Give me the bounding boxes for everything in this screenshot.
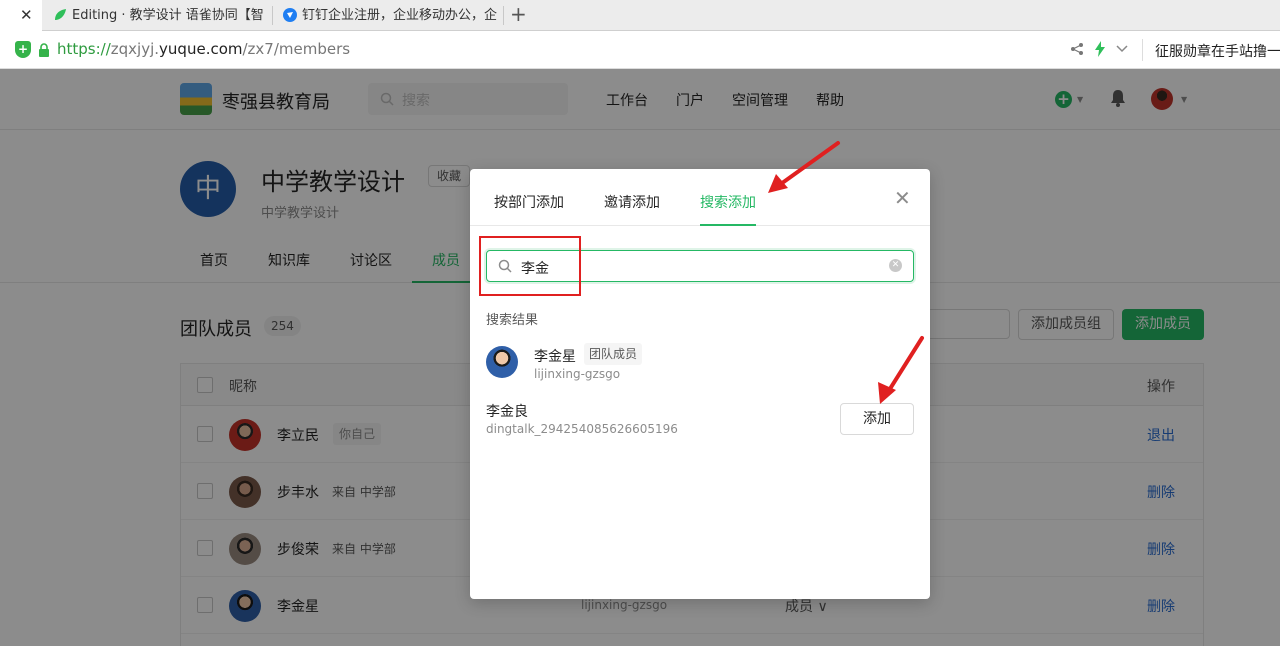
tab-add-by-department[interactable]: 按部门添加	[494, 192, 564, 212]
clear-icon[interactable]: ✕	[889, 259, 902, 272]
divider	[1142, 39, 1143, 61]
browser-tab-current[interactable]: ✕	[0, 0, 42, 31]
add-member-modal: 按部门添加 邀请添加 搜索添加 ✕ 李金 ✕ 搜索结果 李金星 团队成员 lij…	[470, 169, 930, 599]
close-tab-icon[interactable]: ✕	[20, 0, 33, 31]
tab-label: 钉钉企业注册，企业移动办公，企	[302, 8, 498, 23]
browser-tab-editing[interactable]: Editing · 教学设计 语雀协同【智	[42, 0, 272, 31]
lock-icon	[39, 43, 49, 57]
tab-invite[interactable]: 邀请添加	[604, 192, 660, 212]
security-shield-icon[interactable]: +	[15, 41, 31, 58]
browser-tab-bar: ✕ Editing · 教学设计 语雀协同【智 钉钉企业注册，企业移动办公，企 …	[0, 0, 1280, 31]
tab-label: Editing · 教学设计 语雀协同【智	[72, 8, 264, 23]
result-login: lijinxing-gzsgo	[534, 367, 621, 381]
lightning-icon[interactable]	[1094, 41, 1106, 57]
tab-divider	[503, 6, 504, 25]
url-field[interactable]: https://zqxjyj.yuque.com/zx7/members	[57, 40, 350, 58]
chevron-down-icon[interactable]	[1116, 44, 1128, 54]
extension-text[interactable]: 征服勋章在手站撸一	[1155, 41, 1280, 61]
modal-tabs: 按部门添加 邀请添加 搜索添加 ✕	[470, 169, 930, 226]
close-icon[interactable]: ✕	[894, 186, 911, 210]
new-tab-plus-icon[interactable]: +	[510, 0, 527, 31]
annotation-highlight-box	[479, 236, 581, 296]
share-icon[interactable]	[1070, 42, 1084, 56]
result-name: 李金星	[534, 349, 576, 365]
browser-tab-dingtalk[interactable]: 钉钉企业注册，企业移动办公，企	[273, 0, 503, 31]
results-label: 搜索结果	[486, 313, 539, 328]
result-login: dingtalk_294254085626605196	[486, 422, 678, 436]
team-member-tag: 团队成员	[584, 343, 643, 365]
dingtalk-icon	[283, 8, 297, 22]
result-name: 李金良	[486, 404, 528, 420]
yuque-leaf-icon	[55, 9, 66, 20]
add-result-button[interactable]: 添加	[840, 403, 914, 435]
address-bar: + https://zqxjyj.yuque.com/zx7/members 征…	[0, 31, 1280, 69]
avatar	[486, 346, 518, 378]
tab-search-add[interactable]: 搜索添加	[700, 192, 756, 212]
active-tab-indicator	[700, 224, 756, 226]
